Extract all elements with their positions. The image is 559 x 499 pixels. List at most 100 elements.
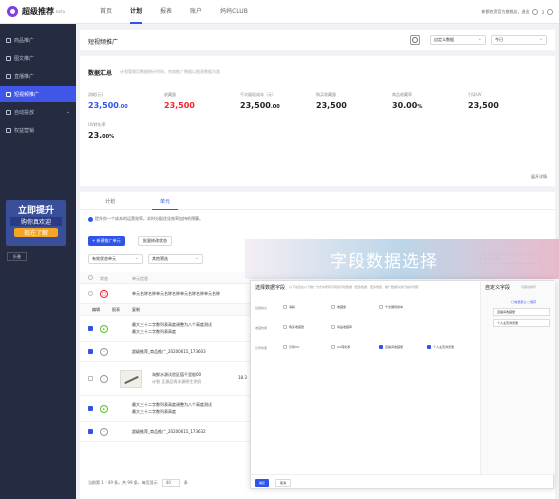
row-checkbox[interactable] — [88, 291, 93, 296]
status-on-icon[interactable]: ▸ — [100, 325, 108, 333]
sidebar-item-label: 短视频推广 — [14, 91, 40, 98]
live-icon — [6, 73, 11, 79]
chevron-down-icon: ⌄ — [65, 109, 70, 115]
metric-label: 收藏量 — [164, 92, 176, 97]
sidebar-item-live[interactable]: 直播推广 — [0, 68, 76, 84]
new-unit-button[interactable]: + 新建推广单元 — [88, 236, 125, 246]
option-live-fav[interactable]: 直播间收藏量 — [379, 345, 403, 349]
option-buy-fav[interactable]: 购买收藏量 — [283, 325, 304, 329]
tab-plan[interactable]: 计划 — [105, 198, 115, 205]
row-checkbox[interactable] — [88, 326, 93, 331]
expand-detail-link[interactable]: 展开详情 — [531, 174, 547, 180]
summary-subtitle: 计划管理页数据统计时间，完成推广数据以报表数据为准 — [120, 69, 220, 74]
unit-name[interactable]: 超级推荐_商品推广_20200615_173603 — [132, 349, 206, 355]
data-select[interactable]: 自定义数据 — [430, 35, 486, 45]
sidebar-item-auto[interactable]: 自动投放 ⌄ — [0, 104, 76, 120]
row-checkbox[interactable] — [88, 406, 93, 411]
nav-report[interactable]: 报表 — [160, 0, 172, 24]
nav-club[interactable]: 妈妈CLUB — [220, 0, 248, 24]
sidebar-item-article[interactable]: 图文推广 — [0, 50, 76, 66]
status-off-icon[interactable]: ◯ — [100, 290, 108, 298]
nav-account[interactable]: 账户 — [190, 0, 202, 24]
option-uv[interactable]: 引导UV — [283, 345, 299, 349]
logo[interactable]: 超级推荐 beta — [7, 6, 65, 17]
custom-field-item[interactable]: 个人主页浏览量 — [493, 319, 550, 327]
promo-banner[interactable]: 立即提升 购你真欢迎 现在了解 — [6, 200, 66, 246]
option-cost[interactable]: 消耗 — [283, 305, 295, 309]
notice-bar: 提升你一个成本的运营效率。实时分配优化效率加持的预算。 — [88, 216, 203, 222]
edit-link[interactable]: 编辑 — [92, 307, 100, 313]
settings-icon[interactable] — [410, 35, 420, 45]
metric-label: 消耗(元) — [88, 92, 104, 97]
option-checkbox[interactable] — [283, 345, 287, 349]
help-icon[interactable] — [547, 9, 553, 15]
custom-field-actions[interactable]: ◯恢复默认 ▢保存 — [511, 300, 536, 304]
option-checkbox[interactable] — [283, 305, 287, 309]
promo-line3: 现在了解 — [14, 228, 58, 237]
header-status: 状态 — [100, 276, 108, 281]
report-link[interactable]: 报表 — [112, 307, 120, 313]
shop-name[interactable]: 新都农资官方旗舰店，退出 — [481, 9, 529, 15]
metric-buy-fav[interactable]: 购买收藏量 23,500 — [316, 92, 391, 110]
message-icon[interactable] — [532, 9, 539, 15]
metric-uv[interactable]: 引导UV 23,500 — [468, 92, 543, 110]
unit-name[interactable]: 超级推荐_商品推广_20200615_173632 — [132, 429, 206, 435]
sidebar-item-video[interactable]: 短视频推广 — [0, 86, 76, 102]
option-checkbox[interactable] — [379, 305, 383, 309]
unit-name[interactable]: 最大三十二字数列表高度调整为八个高度测试 — [132, 322, 212, 328]
option-uv-rate[interactable]: UV转化率 — [331, 345, 350, 349]
metric-value: 23,500 — [164, 101, 195, 110]
status-paused-icon[interactable]: – — [100, 348, 108, 356]
custom-field-item[interactable]: 直播间收藏量 — [493, 308, 550, 316]
option-checkbox[interactable] — [331, 305, 335, 309]
option-checkbox[interactable] — [379, 345, 383, 349]
confirm-button[interactable]: 确定 — [255, 479, 270, 487]
metric-favorites[interactable]: 收藏量 23,500 — [164, 92, 239, 110]
option-profile-views[interactable]: 个人主页浏览量 — [427, 345, 454, 349]
page-size-select[interactable]: 40 — [161, 479, 180, 487]
copy-link[interactable]: 复制 — [132, 307, 140, 313]
option-fav[interactable]: 收藏量 — [331, 305, 346, 309]
collapse-button[interactable]: 折叠 — [7, 252, 27, 261]
option-checkbox[interactable] — [331, 345, 335, 349]
option-fav-rate[interactable]: 商品收藏率 — [331, 325, 352, 329]
notice-text: 提升你一个成本的运营效率。实时分配优化效率加持的预算。 — [95, 216, 203, 221]
status-on-icon[interactable]: ▸ — [100, 405, 108, 413]
dialog-footer: 确定 取消 — [251, 474, 555, 490]
dialog-subtitle: 以下是您在以下推广方式中所有可用的字段数据（更多数据，更多维度，推广数据请进行指… — [289, 285, 422, 289]
sidebar-item-rights[interactable]: 权益营销 — [0, 122, 76, 138]
tab-bar: 计划 单元 — [80, 192, 555, 210]
row-checkbox[interactable] — [88, 349, 93, 354]
status-paused-icon[interactable]: – — [100, 375, 108, 383]
summary-card: 数据汇总 计划管理页数据统计时间，完成推广数据以报表数据为准 消耗(元) 23,5… — [80, 56, 555, 186]
status-paused-icon[interactable]: – — [100, 428, 108, 436]
sidebar-item-goods[interactable]: 商品推广 — [0, 32, 76, 48]
metric-uv-rate[interactable]: UV转化率 23.00% — [88, 122, 163, 140]
option-checkbox[interactable] — [283, 325, 287, 329]
metric-cpm[interactable]: 千次展现成本（元） 23,500.00 — [240, 92, 315, 110]
metric-label: 千次展现成本（元） — [240, 92, 276, 97]
cancel-button[interactable]: 取消 — [275, 479, 292, 487]
option-checkbox[interactable] — [331, 325, 335, 329]
other-filter[interactable]: 其他筛选 — [148, 254, 203, 264]
nav-plan[interactable]: 计划 — [130, 0, 143, 24]
unit-name[interactable]: 单元名称名称单元名称名称单元名称名称单元名称 — [132, 291, 220, 297]
metric-cost[interactable]: 消耗(元) 23,500.00 — [88, 92, 163, 110]
metric-value: 23,500.00 — [240, 101, 280, 110]
date-select[interactable]: 今日 — [491, 35, 547, 45]
status-filter[interactable]: 有效状态单元 — [88, 254, 143, 264]
unit-name[interactable]: 淘鲜水源试验区值千里船00 — [152, 372, 201, 378]
batch-status-button[interactable]: 批量修改状态 — [138, 236, 172, 246]
option-checkbox[interactable] — [427, 345, 431, 349]
metric-fav-rate[interactable]: 商品收藏率 30.00% — [392, 92, 467, 110]
app-name: 超级推荐 — [22, 7, 54, 16]
option-cpm[interactable]: 千次展现成本 — [379, 305, 403, 309]
row-checkbox[interactable] — [88, 429, 93, 434]
row-checkbox[interactable] — [88, 376, 93, 381]
unit-name[interactable]: 最大三十二字数列表高度调整为八个高度测试 — [132, 402, 212, 408]
custom-field-panel: 自定义字段 可拖动排序 ◯恢复默认 ▢保存 直播间收藏量 个人主页浏览量 — [480, 281, 555, 474]
tab-unit[interactable]: 单元 — [151, 198, 179, 210]
sidebar-item-label: 直播推广 — [14, 73, 35, 80]
select-all-checkbox[interactable] — [88, 275, 93, 280]
nav-home[interactable]: 首页 — [100, 0, 112, 24]
